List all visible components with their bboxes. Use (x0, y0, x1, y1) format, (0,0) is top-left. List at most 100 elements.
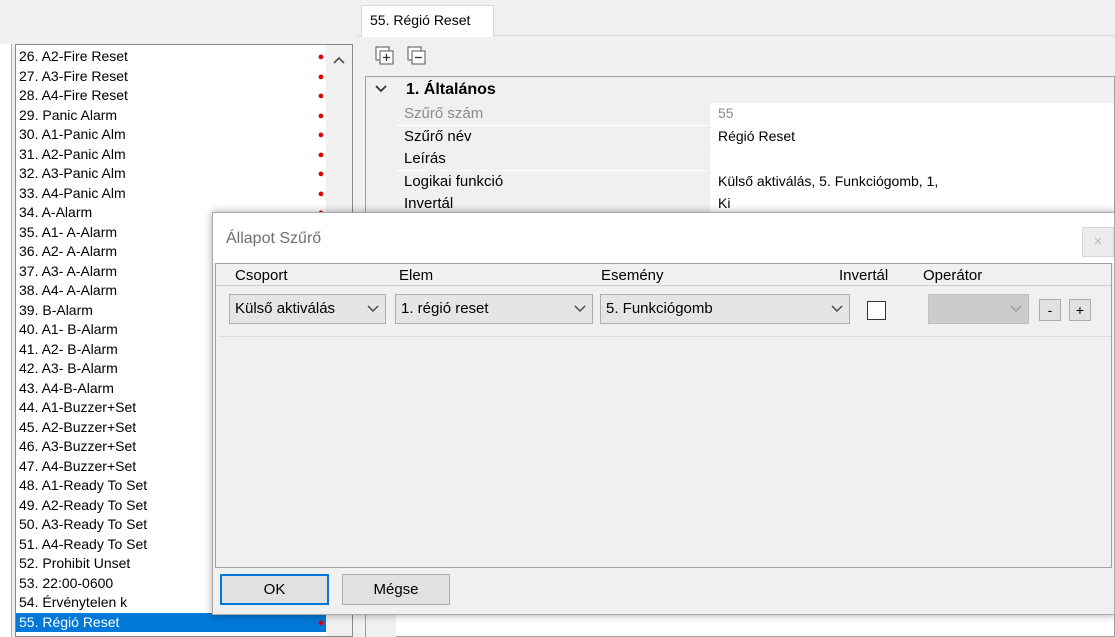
ok-button[interactable]: OK (220, 574, 329, 605)
property-category[interactable]: 1. Általános (366, 77, 1114, 103)
modified-marker-icon: ● (317, 90, 325, 102)
list-item-label: 55. Régió Reset (19, 613, 120, 630)
list-item-label: 50. A3-Ready To Set (19, 516, 148, 532)
remove-row-button[interactable]: - (1039, 299, 1061, 321)
column-element: Elem (399, 267, 434, 284)
property-name: Logikai funkció (404, 172, 504, 190)
tab-filter[interactable]: 55. Régió Reset (361, 5, 494, 37)
dialog-titlebar: Állapot Szűrő ✕ (213, 213, 1114, 263)
list-item-label: 34. A-Alarm (19, 204, 93, 220)
modified-marker-icon: ● (317, 109, 325, 122)
tab-filter-label: 55. Régió Reset (370, 12, 471, 28)
chevron-down-icon (367, 295, 379, 333)
modified-marker-icon: ● (317, 148, 325, 161)
list-item[interactable]: 29. Panic Alarm ● (16, 106, 326, 126)
tab-strip: 55. Régió Reset (357, 0, 1115, 37)
group-select-value: Külső aktiválás (235, 300, 336, 317)
property-name: Szűrő szám (404, 105, 484, 122)
left-top-strip (0, 0, 357, 44)
list-item[interactable]: 28. A4-Fire Reset ● (16, 86, 326, 106)
list-item[interactable]: 27. A3-Fire Reset ● (16, 67, 326, 87)
filter-grid-header: Csoport Elem Esemény Invertál Operátor (216, 264, 1111, 286)
property-value: 55 (709, 105, 1114, 127)
dialog-footer: OK Mégse (213, 569, 1114, 615)
modified-marker-icon: ● (317, 616, 325, 629)
list-item-label: 49. A2-Ready To Set (19, 496, 148, 513)
list-item-label: 39. B-Alarm (19, 301, 93, 318)
element-select-value: 1. régió reset (401, 300, 489, 317)
element-select[interactable]: 1. régió reset (395, 294, 593, 324)
list-item-label: 36. A2- A-Alarm (19, 243, 118, 259)
column-group: Csoport (235, 267, 288, 284)
list-item-label: 43. A4-B-Alarm (19, 379, 114, 396)
list-item[interactable]: 56. Filter 56 (16, 632, 326, 636)
list-item-label: 33. A4-Panic Alm (19, 184, 126, 201)
list-item-label: 37. A3- A-Alarm (19, 262, 118, 279)
list-item[interactable]: 31. A2-Panic Alm ● (16, 145, 326, 165)
category-label: 1. Általános (406, 81, 496, 98)
list-item[interactable]: 33. A4-Panic Alm ● (16, 184, 326, 204)
property-row[interactable]: Logikai funkció Külső aktiválás, 5. Funkc… (396, 170, 1114, 195)
column-event: Esemény (601, 267, 664, 284)
property-row[interactable]: Szűrő név Régió Reset (396, 125, 1114, 150)
column-operator: Operátor (923, 267, 983, 284)
column-invert: Invertál (839, 267, 889, 284)
list-item-label: 42. A3- B-Alarm (19, 360, 118, 376)
row-separator (218, 336, 1111, 337)
status-filter-dialog: Állapot Szűrő ✕ Csoport Elem Esemény Inv… (212, 212, 1115, 615)
expand-all-icon[interactable] (373, 44, 397, 68)
chevron-down-icon (1010, 295, 1022, 333)
list-item-label: 44. A1-Buzzer+Set (19, 399, 137, 415)
filter-row: Külső aktiválás 1. régió reset 5. Funkci… (216, 287, 1111, 329)
list-item-label: 47. A4-Buzzer+Set (19, 457, 137, 474)
list-item[interactable]: 32. A3-Panic Alm ● (16, 164, 326, 184)
list-item-label: 45. A2-Buzzer+Set (19, 418, 137, 435)
modified-marker-icon: ● (317, 70, 325, 83)
list-item-label: 35. A1- A-Alarm (19, 223, 118, 240)
property-row[interactable]: Szűrő szám 55 (396, 103, 1114, 127)
list-item-label: 27. A3-Fire Reset (19, 67, 128, 84)
modified-marker-icon: ● (317, 129, 325, 141)
list-item-label: 54. Érvénytelen k (19, 594, 128, 610)
event-select-value: 5. Funkciógomb (606, 300, 713, 317)
chevron-up-icon[interactable] (326, 45, 352, 73)
list-item[interactable]: 26. A2-Fire Reset ● (16, 47, 326, 67)
chevron-down-icon (831, 295, 843, 333)
list-item[interactable]: 30. A1-Panic Alm ● (16, 125, 326, 145)
list-item-label: 56. Filter 56 (19, 633, 93, 636)
property-value: Külső aktiválás, 5. Funkciógomb, 1, (709, 172, 1114, 195)
close-icon[interactable]: ✕ (1082, 227, 1114, 257)
list-item-label: 46. A3-Buzzer+Set (19, 438, 137, 454)
list-item-label: 51. A4-Ready To Set (19, 535, 148, 552)
property-value: Régió Reset (709, 127, 1114, 150)
list-item-label: 31. A2-Panic Alm (19, 145, 126, 162)
property-name: Invertál (404, 195, 454, 212)
property-name: Leírás (404, 150, 446, 167)
chevron-down-icon (574, 295, 586, 333)
list-item-label: 28. A4-Fire Reset (19, 87, 128, 103)
modified-marker-icon: ● (317, 168, 325, 180)
list-item-label: 52. Prohibit Unset (19, 555, 131, 571)
list-item-label: 38. A4- A-Alarm (19, 282, 118, 298)
list-item-label: 26. A2-Fire Reset (19, 48, 128, 64)
list-item-label: 30. A1-Panic Alm (19, 126, 126, 142)
group-select[interactable]: Külső aktiválás (229, 294, 386, 324)
chevron-down-icon[interactable] (374, 81, 388, 97)
invert-checkbox[interactable] (867, 301, 886, 320)
list-item-label: 53. 22:00-0600 (19, 574, 114, 591)
list-item[interactable]: 55. Régió Reset ● (16, 612, 326, 632)
collapse-all-icon[interactable] (405, 44, 429, 68)
modified-marker-icon: ● (317, 187, 325, 200)
property-name: Szűrő név (404, 127, 472, 145)
cancel-button[interactable]: Mégse (342, 574, 450, 605)
modified-marker-icon: ● (317, 51, 325, 63)
event-select[interactable]: 5. Funkciógomb (600, 294, 850, 324)
property-row[interactable]: Leírás (396, 148, 1114, 172)
list-item-label: 41. A2- B-Alarm (19, 340, 118, 357)
add-row-button[interactable]: + (1069, 299, 1091, 321)
filter-grid: Csoport Elem Esemény Invertál Operátor K… (215, 263, 1112, 568)
list-item-label: 48. A1-Ready To Set (19, 477, 148, 493)
operator-select[interactable] (928, 294, 1029, 324)
left-edge (0, 44, 12, 637)
list-item-label: 40. A1- B-Alarm (19, 321, 118, 337)
